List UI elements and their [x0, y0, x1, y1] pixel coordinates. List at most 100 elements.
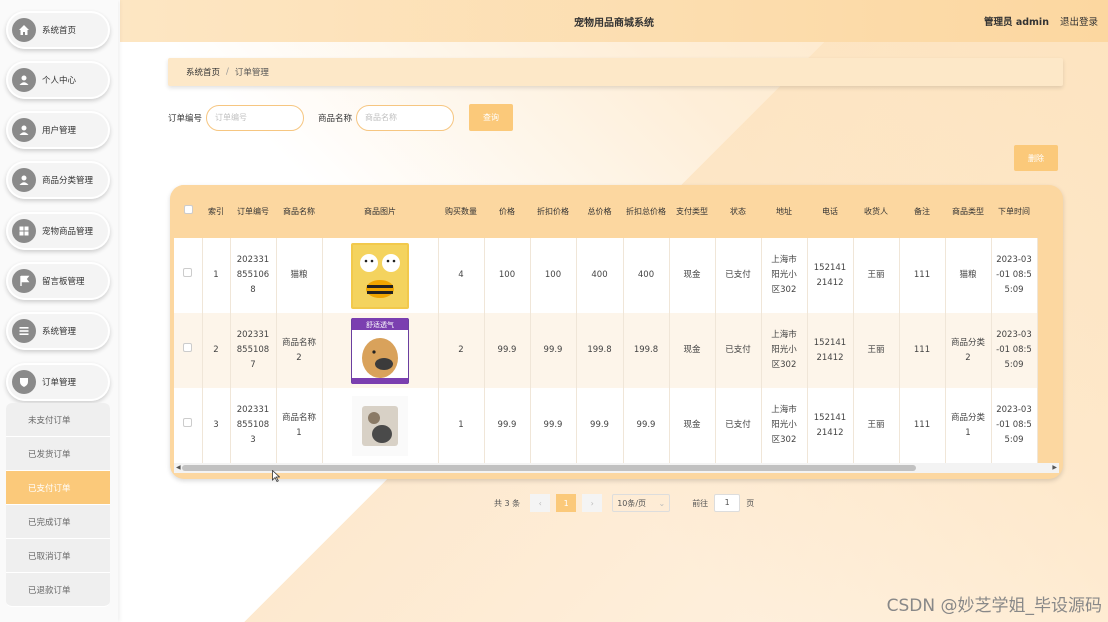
user-icon — [12, 118, 36, 142]
scrollbar-thumb[interactable] — [182, 465, 916, 471]
cell-phone: 15214121412 — [807, 238, 854, 313]
column-header: 索引 — [202, 185, 230, 238]
orders-table-grid: 索引 订单编号 商品名称 商品图片 购买数量 价格 折扣价格 总价格 折扣总价格… — [174, 185, 1038, 463]
prev-page-button[interactable]: ‹ — [530, 494, 551, 512]
orders-table: 索引 订单编号 商品名称 商品图片 购买数量 价格 折扣价格 总价格 折扣总价格… — [170, 185, 1063, 479]
select-all-checkbox[interactable] — [174, 185, 202, 238]
horizontal-scrollbar[interactable]: ◀ ▶ — [174, 463, 1059, 473]
sidebar-item-label: 系统首页 — [42, 26, 77, 36]
submenu-completed-orders[interactable]: 已完成订单 — [6, 505, 110, 539]
cell-phone: 15214121412 — [807, 388, 854, 463]
submenu-cancelled-orders[interactable]: 已取消订单 — [6, 539, 110, 573]
scroll-right-arrow-icon[interactable]: ▶ — [1052, 464, 1057, 471]
page-size-select[interactable]: 10条/页 ⌄ — [612, 494, 671, 512]
cell-address: 上海市阳光小区302 — [761, 313, 808, 388]
column-header: 折扣总价格 — [623, 185, 669, 238]
sidebar: 系统首页 个人中心 用户管理 商品分类管理 宠物商品管理 留言板管理 系统管理 … — [0, 0, 118, 622]
delete-button[interactable]: 删除 — [1014, 145, 1058, 171]
column-header: 状态 — [715, 185, 761, 238]
row-checkbox[interactable] — [174, 388, 203, 463]
logout-link[interactable]: 退出登录 — [1060, 17, 1098, 28]
search-bar: 订单编号 商品名称 查询 — [168, 104, 514, 131]
row-checkbox[interactable] — [174, 238, 203, 313]
user-icon — [12, 168, 36, 192]
total-count: 共 3 条 — [494, 498, 521, 508]
sidebar-item-home[interactable]: 系统首页 — [6, 11, 110, 49]
submenu-refunded-orders[interactable]: 已退款订单 — [6, 573, 110, 607]
breadcrumb-home[interactable]: 系统首页 — [186, 66, 220, 78]
cell-discount-price: 100 — [530, 238, 577, 313]
table-row[interactable]: 3 2023318551083 商品名称1 1 99.9 99.9 99.9 9… — [174, 388, 1038, 463]
next-page-button[interactable]: › — [582, 494, 603, 512]
cell-product-type: 商品分类1 — [945, 388, 992, 463]
sidebar-item-label: 系统管理 — [42, 327, 77, 337]
cell-order-time: 2023-03-01 08:55:09 — [991, 388, 1038, 463]
cell-note: 111 — [899, 313, 946, 388]
column-header: 购买数量 — [438, 185, 484, 238]
menu-icon — [12, 319, 36, 343]
cell-quantity: 2 — [438, 313, 485, 388]
submenu-paid-orders[interactable]: 已支付订单 — [6, 471, 110, 505]
column-header: 收货人 — [853, 185, 899, 238]
user-icon — [12, 68, 36, 92]
order-number-input[interactable] — [206, 104, 305, 131]
flag-icon — [12, 269, 36, 293]
home-icon — [12, 18, 36, 42]
column-header: 支付类型 — [669, 185, 715, 238]
column-header: 地址 — [761, 185, 807, 238]
sidebar-item-users[interactable]: 用户管理 — [6, 111, 110, 149]
table-row[interactable]: 2 2023318551087 商品名称2 舒适透气 2 99.9 99.9 1… — [174, 313, 1038, 388]
cell-quantity: 4 — [438, 238, 485, 313]
cell-receiver: 王丽 — [853, 388, 900, 463]
sidebar-item-profile[interactable]: 个人中心 — [6, 61, 110, 99]
top-header: 宠物用品商城系统 管理员 admin 退出登录 — [120, 0, 1108, 42]
scroll-left-arrow-icon[interactable]: ◀ — [176, 464, 181, 471]
cell-price: 99.9 — [484, 313, 531, 388]
goto-page-input[interactable]: 1 — [714, 494, 741, 512]
cell-price: 99.9 — [484, 388, 531, 463]
cell-discount-total: 400 — [623, 238, 670, 313]
dog-image — [353, 244, 407, 307]
column-header: 订单编号 — [230, 185, 276, 238]
sidebar-item-messages[interactable]: 留言板管理 — [6, 262, 110, 300]
cell-status: 已支付 — [715, 238, 762, 313]
cell-discount-total: 99.9 — [623, 388, 670, 463]
submenu-shipped-orders[interactable]: 已发货订单 — [6, 437, 110, 471]
column-header: 商品类型 — [945, 185, 991, 238]
submenu-unpaid-orders[interactable]: 未支付订单 — [6, 403, 110, 437]
sidebar-item-label: 留言板管理 — [42, 277, 85, 287]
cell-index: 1 — [202, 238, 231, 313]
sidebar-item-pet-products[interactable]: 宠物商品管理 — [6, 212, 110, 250]
page-number-button[interactable]: 1 — [556, 494, 577, 512]
admin-user-label: 管理员 admin — [984, 17, 1049, 28]
shield-icon — [12, 370, 36, 394]
query-button[interactable]: 查询 — [469, 104, 514, 131]
sidebar-item-categories[interactable]: 商品分类管理 — [6, 161, 110, 199]
row-checkbox[interactable] — [174, 313, 203, 388]
sidebar-item-system[interactable]: 系统管理 — [6, 312, 110, 350]
sidebar-item-label: 订单管理 — [42, 378, 77, 388]
product-name-label: 商品名称 — [318, 113, 353, 124]
sidebar-item-label: 个人中心 — [42, 76, 77, 86]
cell-status: 已支付 — [715, 388, 762, 463]
table-row[interactable]: 1 2023318551068 猫粮 4 100 100 400 400 现金 … — [174, 238, 1038, 313]
cell-address: 上海市阳光小区302 — [761, 238, 808, 313]
product-name-input[interactable] — [356, 104, 455, 131]
column-header: 商品图片 — [322, 185, 438, 238]
cell-product-image[interactable] — [322, 238, 439, 313]
cell-product-image[interactable]: 舒适透气 — [322, 313, 439, 388]
cell-quantity: 1 — [438, 388, 485, 463]
column-header: 备注 — [899, 185, 945, 238]
product-thumbnail — [351, 392, 409, 459]
chevron-down-icon: ⌄ — [658, 498, 666, 508]
mouse-cursor-icon — [272, 470, 280, 482]
cell-phone: 15214121412 — [807, 313, 854, 388]
cell-receiver: 王丽 — [853, 238, 900, 313]
breadcrumb: 系统首页 / 订单管理 — [168, 58, 1063, 86]
sidebar-item-orders[interactable]: 订单管理 — [6, 363, 110, 401]
image-banner-text: 舒适透气 — [366, 320, 394, 329]
cell-product-name: 猫粮 — [276, 238, 323, 313]
sidebar-item-label: 用户管理 — [42, 126, 77, 136]
column-header: 价格 — [484, 185, 530, 238]
cell-product-image[interactable] — [322, 388, 439, 463]
